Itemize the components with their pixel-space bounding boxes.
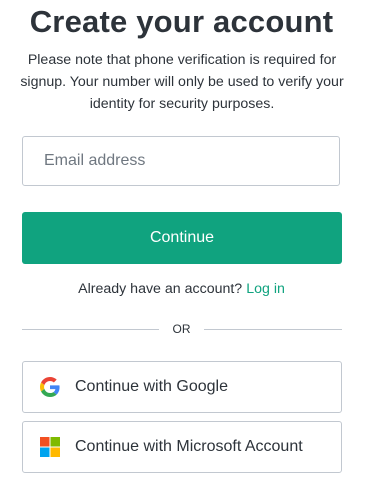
signup-page: Create your account Please note that pho… (0, 0, 369, 497)
login-prompt: Already have an account? (78, 281, 243, 297)
continue-button[interactable]: Continue (22, 212, 342, 264)
email-field[interactable] (22, 136, 340, 186)
login-row: Already have an account? Log in (0, 281, 363, 297)
divider-label: OR (172, 322, 191, 336)
divider-line-left (22, 329, 159, 330)
or-divider: OR (22, 321, 342, 337)
microsoft-button-label: Continue with Microsoft Account (75, 438, 303, 455)
login-link[interactable]: Log in (246, 281, 285, 297)
divider-line-right (204, 329, 342, 330)
continue-with-microsoft-button[interactable]: Continue with Microsoft Account (22, 421, 342, 473)
page-title: Create your account (29, 4, 334, 39)
google-icon (40, 377, 60, 397)
google-button-label: Continue with Google (75, 378, 228, 395)
microsoft-icon (40, 437, 60, 457)
phone-verification-notice: Please note that phone verification is r… (20, 52, 344, 112)
continue-with-google-button[interactable]: Continue with Google (22, 361, 342, 413)
